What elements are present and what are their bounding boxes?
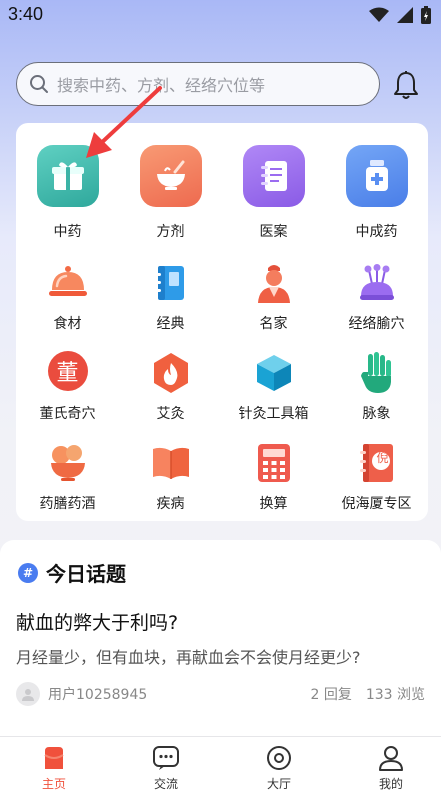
status-bar: 3:40 [0,0,441,32]
grid-label: 针灸工具箱 [238,406,309,422]
hall-icon [249,745,309,771]
notebook-icon [242,145,305,207]
moxibustion-flame-icon [149,351,193,395]
grid-label: 医案 [259,224,288,240]
grid-item-mingjia[interactable]: 名家 [222,261,325,332]
grid-item-aijiu[interactable]: 艾灸 [119,351,222,422]
view-count: 133 浏览 [365,687,425,703]
grid-item-zhongyao[interactable]: 中药 [16,145,119,245]
grid-label: 食材 [53,316,82,332]
search-icon [30,75,48,93]
status-time: 3:40 [8,4,44,24]
status-icons [369,6,431,24]
bottom-tab-bar: 主页 交流 大厅 我的 [0,736,441,792]
grid-item-shicai[interactable]: 食材 [16,261,119,332]
bell-icon[interactable] [393,70,419,100]
food-cover-icon [46,261,90,305]
book-icon [149,261,193,305]
battery-icon [421,6,431,24]
home-icon [24,745,84,771]
dong-seal-icon: 董 [47,351,88,391]
profile-icon [361,745,421,771]
gift-box-icon [36,145,99,207]
search-placeholder: 搜索中药、方剂、经络穴位等 [57,76,266,95]
topic-heading: 今日话题 [46,562,126,586]
post-username[interactable]: 用户10258945 [48,684,147,704]
user-icon [22,689,34,701]
tab-profile[interactable]: 我的 [361,745,421,792]
post-title[interactable]: 献血的弊大于利吗? [16,608,178,635]
grid-item-fangji[interactable]: 方剂 [119,145,222,245]
grid-item-jibing[interactable]: 疾病 [119,441,222,512]
grid-label: 中药 [53,224,82,240]
doctor-icon [252,261,296,305]
grid-label: 脉象 [362,406,391,422]
tab-hall[interactable]: 大厅 [249,745,309,792]
topic-header: # 今日话题 [18,558,126,587]
grid-label: 倪海厦专区 [341,496,412,512]
grid-label: 艾灸 [156,406,185,422]
food-bowl-icon [46,441,90,485]
signal-icon [397,7,413,23]
wifi-icon [369,7,389,22]
chat-icon [136,745,196,771]
grid-item-huansuan[interactable]: 换算 [222,441,325,512]
hashtag-icon: # [18,562,38,583]
grid-label: 方剂 [156,224,185,240]
topic-card: # 今日话题 献血的弊大于利吗? 月经量少，但有血块，再献血会不会使月经更少? … [0,540,441,740]
grid-label: 中成药 [355,224,398,240]
hand-icon [355,351,399,395]
grid-label: 经络腧穴 [348,316,405,332]
tab-chat[interactable]: 交流 [136,745,196,792]
toolbox-icon [252,351,296,395]
ni-book-glyph: 倪 [376,451,389,465]
tab-label: 主页 [41,777,66,791]
reply-count: 2 回复 [310,687,352,703]
grid-item-jingluoshuxue[interactable]: 经络腧穴 [325,261,428,332]
post-stats: 2 回复 133 浏览 [310,684,425,704]
grid-label: 疾病 [156,496,185,512]
dong-seal-glyph: 董 [56,361,79,386]
ni-book-icon: 倪 [355,441,399,485]
search-input[interactable]: 搜索中药、方剂、经络穴位等 [16,62,380,106]
grid-item-yaoshanyaojiu[interactable]: 药膳药酒 [16,441,119,512]
grid-item-yian[interactable]: 医案 [222,145,325,245]
grid-item-zhongchengyao[interactable]: 中成药 [325,145,428,245]
grid-label: 换算 [259,496,288,512]
tab-label: 大厅 [266,777,291,791]
calculator-icon [252,441,296,485]
acupoint-icon [355,261,399,305]
post-body[interactable]: 月经量少，但有血块，再献血会不会使月经更少? [16,644,361,668]
medicine-bottle-icon [345,145,408,207]
grid-item-jingdian[interactable]: 经典 [119,261,222,332]
grid-item-maixiang[interactable]: 脉象 [325,351,428,422]
grid-label: 药膳药酒 [39,496,96,512]
tab-label: 我的 [378,777,403,791]
avatar[interactable] [16,682,40,706]
grid-label: 董氏奇穴 [39,406,96,422]
grid-label: 经典 [156,316,185,332]
grid-label: 名家 [259,316,288,332]
grid-item-dongshiqixue[interactable]: 董 董氏奇穴 [16,351,119,422]
open-book-icon [149,441,193,485]
feature-grid: 中药 方剂 医案 中成药 食材 经典 名家 经络腧穴 董 董氏奇穴 艾灸 针灸工… [16,123,428,521]
tab-home[interactable]: 主页 [24,745,84,792]
mortar-bowl-icon [139,145,202,207]
grid-item-zhenjiu-toolbox[interactable]: 针灸工具箱 [222,351,325,422]
post-meta: 用户10258945 2 回复 133 浏览 [16,682,425,706]
tab-label: 交流 [153,777,178,791]
grid-item-nihaixia[interactable]: 倪 倪海厦专区 [325,441,428,512]
